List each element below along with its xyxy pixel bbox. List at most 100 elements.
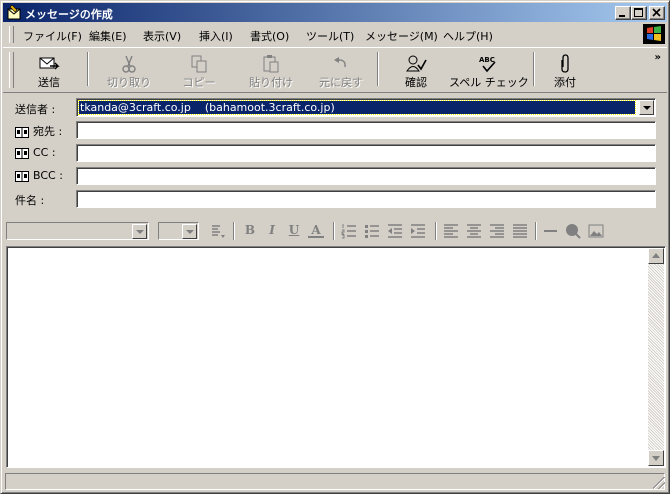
copy-icon	[191, 55, 207, 73]
menu-file[interactable]: ファイル(F)	[23, 28, 82, 44]
align-left-icon[interactable]	[443, 223, 459, 239]
toolbar-separator	[533, 52, 535, 86]
bullet-list-icon[interactable]	[364, 223, 380, 239]
format-separator	[535, 222, 537, 240]
menu-format[interactable]: 書式(O)	[250, 28, 289, 44]
send-button[interactable]: 送信	[17, 50, 81, 90]
subject-field[interactable]	[76, 190, 656, 208]
numbered-list-icon[interactable]	[341, 223, 357, 239]
compose-message-icon	[7, 5, 21, 20]
copy-label: コピー	[182, 76, 216, 89]
cut-button[interactable]: 切り取り	[95, 50, 163, 90]
message-body[interactable]	[6, 246, 666, 468]
title-bar: メッセージの作成	[3, 3, 667, 22]
cc-field[interactable]	[76, 144, 656, 162]
underline-button[interactable]: U	[286, 223, 302, 239]
attach-button[interactable]: 添付	[539, 50, 591, 90]
from-label: 送信者 :	[15, 103, 56, 116]
bcc-field[interactable]	[76, 167, 656, 185]
subject-label: 件名 :	[15, 194, 45, 207]
to-label-wrap: 宛先 :	[15, 123, 62, 139]
spell-check-icon: ABC	[479, 56, 496, 73]
paste-icon	[263, 55, 279, 73]
maximize-button[interactable]	[631, 6, 647, 20]
send-icon	[39, 57, 60, 70]
close-icon	[652, 8, 661, 17]
status-bar	[3, 471, 667, 491]
from-select[interactable]: tkanda@3craft.co.jp (bahamoot.3craft.co.…	[76, 98, 656, 117]
window-title: メッセージの作成	[25, 8, 113, 21]
main-toolbar: 送信 切り取り コピー 貼り付け 元に戻す 確認 ABC スペル チェック 添付…	[3, 47, 667, 93]
vertical-scrollbar[interactable]	[648, 248, 664, 466]
horizontal-line-icon[interactable]	[543, 223, 559, 239]
menu-tools[interactable]: ツール(T)	[306, 28, 354, 44]
maximize-icon	[634, 8, 643, 17]
toolbar-grip[interactable]	[9, 52, 14, 88]
arrow-down-icon	[652, 456, 660, 461]
check-names-button[interactable]: 確認	[387, 50, 445, 90]
address-book-icon[interactable]	[15, 170, 29, 182]
insert-picture-icon[interactable]	[588, 223, 604, 239]
font-name-select[interactable]	[6, 222, 149, 240]
font-color-button[interactable]: A	[308, 223, 324, 238]
from-select-value: tkanda@3craft.co.jp (bahamoot.3craft.co.…	[78, 100, 636, 115]
toolbar-more-chevron[interactable]: »	[655, 52, 661, 63]
menu-view[interactable]: 表示(V)	[143, 28, 181, 44]
to-label: 宛先 :	[33, 125, 63, 138]
address-book-icon[interactable]	[15, 126, 29, 138]
to-field[interactable]	[76, 121, 656, 139]
arrow-up-icon	[652, 253, 660, 258]
scroll-up-button[interactable]	[648, 248, 664, 264]
format-separator	[233, 222, 235, 240]
toolbar-separator	[87, 52, 89, 86]
undo-label: 元に戻す	[319, 76, 363, 89]
align-right-icon[interactable]	[489, 223, 505, 239]
scroll-down-button[interactable]	[648, 450, 664, 466]
menu-message[interactable]: メッセージ(M)	[365, 28, 438, 44]
bold-button[interactable]: B	[242, 223, 258, 239]
from-dropdown-button[interactable]	[639, 100, 654, 115]
menu-insert[interactable]: 挿入(I)	[199, 28, 233, 44]
menu-help[interactable]: ヘルプ(H)	[443, 28, 493, 44]
cc-label-wrap: CC :	[15, 146, 56, 159]
font-size-select[interactable]	[158, 222, 199, 240]
windows-logo-icon	[643, 24, 665, 44]
paste-button[interactable]: 貼り付け	[239, 50, 303, 90]
bcc-label: BCC :	[33, 169, 63, 182]
undo-button[interactable]: 元に戻す	[309, 50, 373, 90]
increase-indent-icon[interactable]	[410, 223, 426, 239]
close-button[interactable]	[649, 6, 665, 20]
check-label: 確認	[405, 76, 427, 89]
formatting-toolbar: B I U A	[3, 217, 667, 243]
resize-grip[interactable]	[653, 477, 665, 489]
undo-icon	[334, 57, 346, 68]
paste-label: 貼り付け	[249, 76, 293, 89]
compose-window: メッセージの作成 ファイル(F) 編集(E) 表示(V) 挿入(I) 書式(O)…	[0, 0, 670, 494]
align-center-icon[interactable]	[466, 223, 482, 239]
menu-bar-grip[interactable]	[9, 26, 14, 43]
spell-check-label: スペル チェック	[449, 76, 529, 89]
decrease-indent-icon[interactable]	[387, 223, 403, 239]
justify-icon[interactable]	[512, 223, 528, 239]
cc-label: CC :	[33, 146, 56, 159]
format-separator	[435, 222, 437, 240]
font-size-dropdown-button[interactable]	[182, 224, 197, 239]
send-label: 送信	[38, 76, 60, 89]
format-separator	[333, 222, 335, 240]
menu-bar: ファイル(F) 編集(E) 表示(V) 挿入(I) 書式(O) ツール(T) メ…	[3, 23, 667, 45]
paragraph-style-icon[interactable]	[210, 223, 226, 239]
toolbar-separator	[377, 52, 379, 86]
italic-button[interactable]: I	[264, 223, 280, 239]
insert-hyperlink-icon[interactable]	[565, 223, 581, 239]
paperclip-icon	[561, 54, 569, 73]
minimize-icon	[619, 15, 625, 17]
menu-edit[interactable]: 編集(E)	[89, 28, 127, 44]
cut-label: 切り取り	[107, 76, 151, 89]
attach-label: 添付	[554, 76, 576, 89]
font-name-dropdown-button[interactable]	[132, 224, 147, 239]
address-book-icon[interactable]	[15, 147, 29, 159]
copy-button[interactable]: コピー	[167, 50, 231, 90]
minimize-button[interactable]	[615, 6, 631, 20]
status-pane	[5, 473, 665, 490]
spell-check-button[interactable]: ABC スペル チェック	[449, 50, 529, 90]
